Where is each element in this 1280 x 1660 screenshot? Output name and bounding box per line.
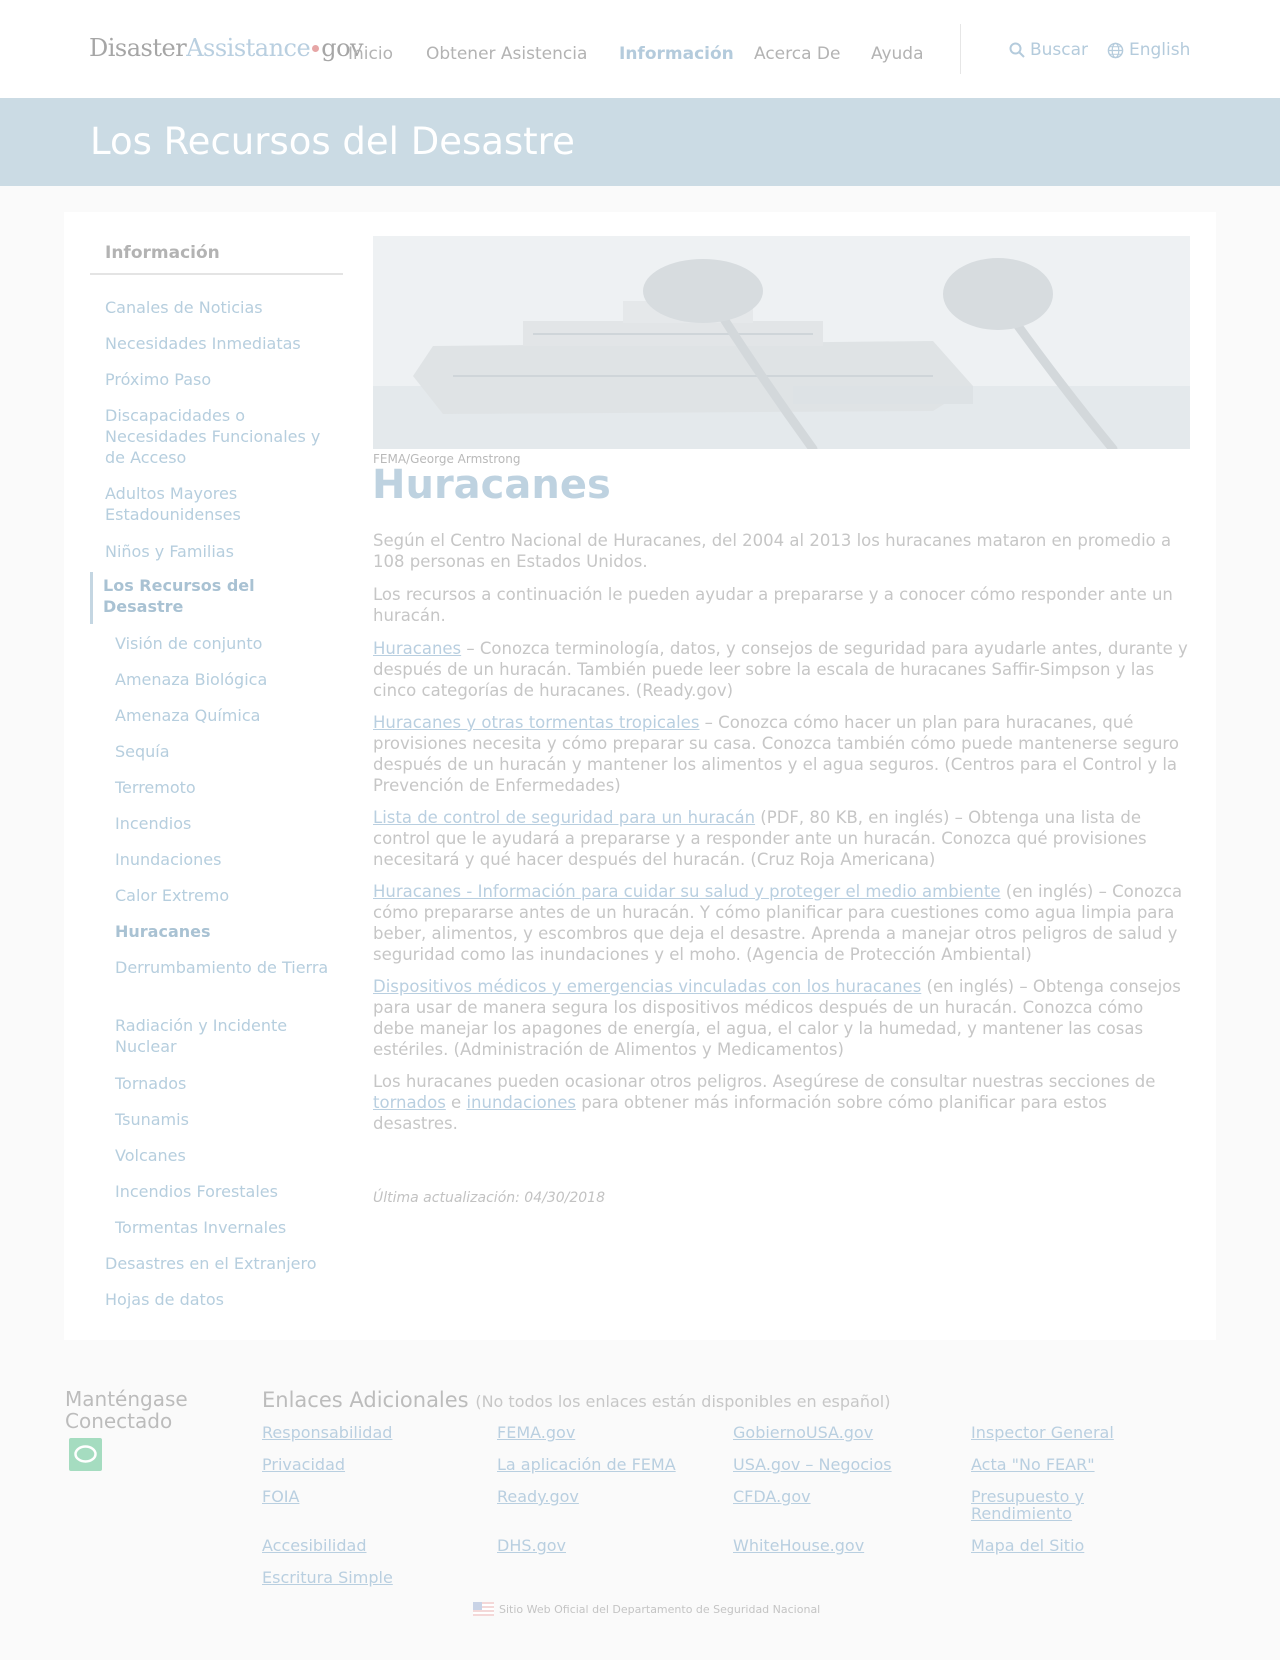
banner-title: Los Recursos del Desastre [90, 120, 575, 163]
sidebar-subitem-radiacion[interactable]: Radiación y Incidente Nuclear [115, 1015, 330, 1057]
footer-link-mapa-del-sitio[interactable]: Mapa del Sitio [971, 1537, 1161, 1554]
footer-link-inspector-general[interactable]: Inspector General [971, 1424, 1161, 1441]
resource-3-link[interactable]: Lista de control de seguridad para un hu… [373, 808, 755, 827]
logo-text-disaster: Disaster [89, 34, 187, 62]
sidebar-subitem-calor-extremo[interactable]: Calor Extremo [115, 885, 330, 906]
search-label: Buscar [1030, 40, 1089, 60]
tornados-link[interactable]: tornados [373, 1093, 446, 1112]
logo-text-assistance: Assistance [186, 34, 311, 62]
sidebar-item-canales-de-noticias[interactable]: Canales de Noticias [105, 297, 330, 318]
sidebar-item-los-recursos-del-desastre[interactable]: Los Recursos del Desastre [103, 575, 328, 617]
sidebar-subitem-volcanes[interactable]: Volcanes [115, 1145, 330, 1166]
nav-informacion[interactable]: Información [619, 44, 734, 64]
footer-link-escritura-simple[interactable]: Escritura Simple [262, 1569, 452, 1586]
nav-acerca-de[interactable]: Acerca De [754, 44, 840, 64]
sidebar-item-ninos-y-familias[interactable]: Niños y Familias [105, 541, 330, 562]
sidebar-subitem-incendios[interactable]: Incendios [115, 813, 330, 834]
page-title: Huracanes [372, 462, 611, 508]
closing-paragraph: Los huracanes pueden ocasionar otros pel… [373, 1071, 1188, 1134]
resource-1-text: – Conozca terminología, datos, y consejo… [373, 639, 1188, 700]
sidebar-subitem-tormentas-invernales[interactable]: Tormentas Invernales [115, 1217, 330, 1238]
resource-2-link[interactable]: Huracanes y otras tormentas tropicales [373, 713, 699, 732]
sidebar-subitem-tornados[interactable]: Tornados [115, 1073, 330, 1094]
footer-link-gobiernousa[interactable]: GobiernoUSA.gov [733, 1424, 923, 1441]
footer-link-whitehouse[interactable]: WhiteHouse.gov [733, 1537, 923, 1554]
resource-1-link[interactable]: Huracanes [373, 639, 461, 658]
sidebar-active-indicator [90, 572, 93, 624]
resource-5: Dispositivos médicos y emergencias vincu… [373, 976, 1188, 1060]
additional-links-note: (No todos los enlaces están disponibles … [475, 1392, 891, 1411]
footer-link-no-fear[interactable]: Acta "No FEAR" [971, 1456, 1161, 1473]
language-toggle[interactable]: English [1107, 40, 1190, 60]
closing-text-2: e [445, 1093, 467, 1112]
nav-obtener-asistencia[interactable]: Obtener Asistencia [426, 44, 587, 64]
search-icon [1009, 42, 1025, 58]
footer-link-fema-app[interactable]: La aplicación de FEMA [497, 1456, 687, 1473]
resource-2: Huracanes y otras tormentas tropicales –… [373, 712, 1188, 796]
footer-link-cfda[interactable]: CFDA.gov [733, 1488, 923, 1505]
nav-ayuda[interactable]: Ayuda [871, 44, 924, 64]
intro-paragraph: Según el Centro Nacional de Huracanes, d… [373, 531, 1172, 571]
footer-link-privacidad[interactable]: Privacidad [262, 1456, 452, 1473]
footer-link-ready[interactable]: Ready.gov [497, 1488, 687, 1505]
search-button[interactable]: Buscar [1009, 40, 1088, 60]
social-button[interactable] [69, 1438, 102, 1471]
additional-links-heading: Enlaces Adicionales (No todos los enlace… [262, 1388, 890, 1412]
globe-icon [1107, 42, 1124, 58]
footer-link-accesibilidad[interactable]: Accesibilidad [262, 1537, 452, 1554]
site-header: DisasterAssistance gov Inicio Obtener Asi… [0, 0, 1280, 98]
resource-1: Huracanes – Conozca terminología, datos,… [373, 638, 1188, 701]
nav-divider [960, 24, 961, 74]
closing-text-1: Los huracanes pueden ocasionar otros pel… [373, 1072, 1156, 1091]
sidebar-subitem-amenaza-biologica[interactable]: Amenaza Biológica [115, 669, 330, 690]
chat-bubble-icon [74, 1445, 97, 1463]
language-label: English [1129, 40, 1191, 60]
resource-4-link[interactable]: Huracanes - Información para cuidar su s… [373, 882, 1001, 901]
additional-links-title: Enlaces Adicionales [262, 1388, 469, 1412]
site-logo[interactable]: DisasterAssistance gov [89, 34, 364, 62]
intro-paragraph-2: Los recursos a continuación le pueden ay… [373, 585, 1173, 625]
us-flag-icon [473, 1602, 494, 1616]
sidebar-subitem-incendios-forestales[interactable]: Incendios Forestales [115, 1181, 330, 1202]
inundaciones-link[interactable]: inundaciones [466, 1093, 576, 1112]
footer-link-usa-negocios[interactable]: USA.gov – Negocios [733, 1456, 923, 1473]
stay-connected-heading: Manténgase Conectado [65, 1387, 188, 1433]
footer-link-fema[interactable]: FEMA.gov [497, 1424, 687, 1441]
footer-link-presupuesto[interactable]: Presupuesto y Rendimiento [971, 1488, 1161, 1522]
sidebar-item-discapacidades[interactable]: Discapacidades o Necesidades Funcionales… [105, 405, 330, 468]
footer-link-dhs[interactable]: DHS.gov [497, 1537, 687, 1554]
sidebar-subitem-huracanes[interactable]: Huracanes [115, 921, 330, 942]
logo-dot [312, 44, 320, 52]
sidebar-heading: Información [105, 243, 220, 263]
sidebar-item-adultos-mayores[interactable]: Adultos Mayores Estadounidenses [105, 483, 330, 525]
sidebar-item-hojas-de-datos[interactable]: Hojas de datos [105, 1289, 330, 1310]
sidebar-subitem-amenaza-quimica[interactable]: Amenaza Química [115, 705, 330, 726]
sidebar-subitem-terremoto[interactable]: Terremoto [115, 777, 330, 798]
sidebar-subitem-sequia[interactable]: Sequía [115, 741, 330, 762]
official-site-notice: Sitio Web Oficial del Departamento de Se… [473, 1602, 820, 1616]
sidebar-subitem-tsunamis[interactable]: Tsunamis [115, 1109, 330, 1130]
nav-inicio[interactable]: Inicio [348, 44, 393, 64]
resource-5-link[interactable]: Dispositivos médicos y emergencias vincu… [373, 977, 921, 996]
sidebar-subitem-inundaciones[interactable]: Inundaciones [115, 849, 330, 870]
sidebar-item-desastres-en-el-extranjero[interactable]: Desastres en el Extranjero [105, 1253, 330, 1274]
sidebar-subitem-vision-de-conjunto[interactable]: Visión de conjunto [115, 633, 330, 654]
hero-image [373, 236, 1190, 449]
page-banner: Los Recursos del Desastre [0, 98, 1280, 186]
last-updated: Última actualización: 04/30/2018 [373, 1190, 605, 1206]
sidebar-item-necesidades-inmediatas[interactable]: Necesidades Inmediatas [105, 333, 330, 354]
official-site-text: Sitio Web Oficial del Departamento de Se… [499, 1602, 821, 1616]
footer-link-foia[interactable]: FOIA [262, 1488, 452, 1505]
sidebar-subitem-derrumbamiento-de-tierra[interactable]: Derrumbamiento de Tierra [115, 957, 330, 978]
sidebar-divider [90, 273, 343, 275]
resource-3: Lista de control de seguridad para un hu… [373, 807, 1188, 870]
resource-4: Huracanes - Información para cuidar su s… [373, 881, 1188, 965]
footer-link-responsabilidad[interactable]: Responsabilidad [262, 1424, 452, 1441]
sidebar-item-proximo-paso[interactable]: Próximo Paso [105, 369, 330, 390]
